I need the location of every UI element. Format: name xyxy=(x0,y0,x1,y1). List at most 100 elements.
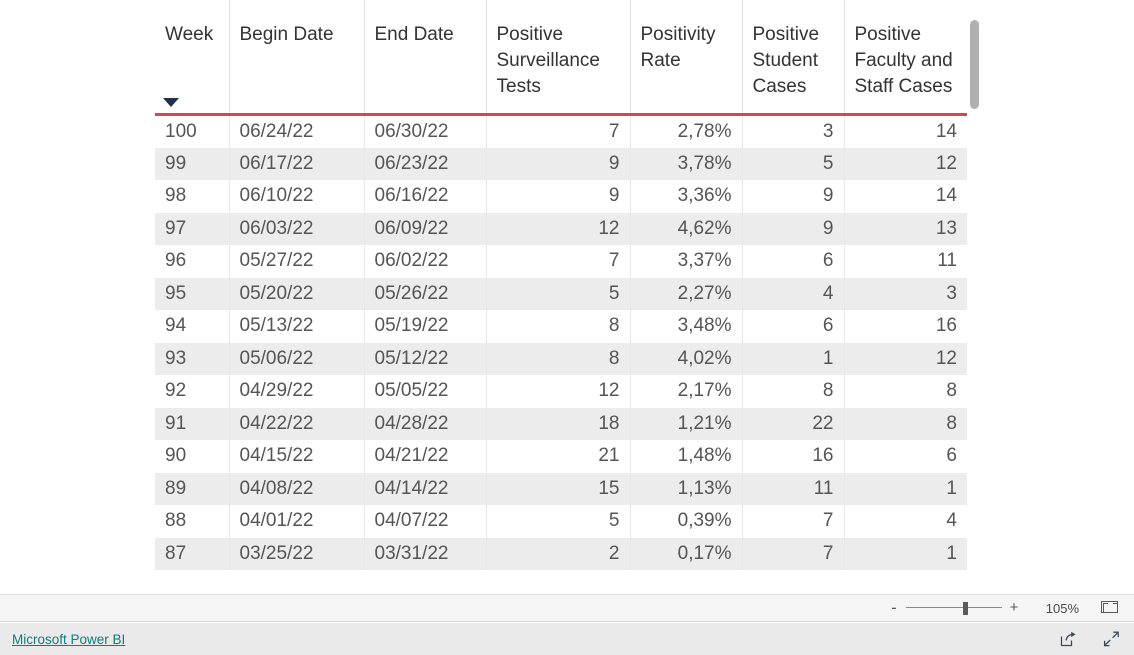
cell-positive-student-cases: 6 xyxy=(742,310,845,343)
cell-positivity-rate: 3,36% xyxy=(630,180,743,213)
cell-positive-faculty-and-staff-cases: 16 xyxy=(844,310,967,343)
table-row[interactable]: 100 06/24/22 06/30/22 7 2,78% 3 14 xyxy=(155,114,967,148)
cell-end-date: 04/14/22 xyxy=(364,472,487,505)
cell-positive-student-cases: 1 xyxy=(742,342,845,375)
zoom-level-label: 105% xyxy=(1045,600,1079,616)
column-header-end-date[interactable]: End Date xyxy=(364,0,487,116)
table-vertical-scrollbar[interactable] xyxy=(968,6,982,586)
table-row[interactable]: 93 05/06/22 05/12/22 8 4,02% 1 12 xyxy=(155,342,967,375)
column-header-end-date-label: End Date xyxy=(374,24,454,45)
cell-begin-date: 06/17/22 xyxy=(229,147,365,180)
cell-positive-faculty-and-staff-cases: 8 xyxy=(844,407,967,440)
fullscreen-icon[interactable] xyxy=(1103,631,1120,647)
cell-positivity-rate: 3,37% xyxy=(630,245,743,278)
table-visual[interactable]: Week Begin Date End Date Positive Survei… xyxy=(155,0,967,592)
cell-positivity-rate: 0,39% xyxy=(630,505,743,538)
cell-positive-surveillance-tests: 18 xyxy=(486,407,631,440)
cell-end-date: 05/26/22 xyxy=(364,277,487,310)
table-row[interactable]: 92 04/29/22 05/05/22 12 2,17% 8 8 xyxy=(155,375,967,408)
cell-positive-surveillance-tests: 15 xyxy=(486,472,631,505)
fit-to-page-icon[interactable] xyxy=(1101,601,1120,615)
cell-positivity-rate: 1,21% xyxy=(630,407,743,440)
cell-positive-student-cases: 4 xyxy=(742,277,845,310)
zoom-slider-track[interactable] xyxy=(906,607,1002,608)
table-row[interactable]: 87 03/25/22 03/31/22 2 0,17% 7 1 xyxy=(155,537,967,570)
cell-week: 92 xyxy=(155,375,230,408)
column-header-week[interactable]: Week xyxy=(155,0,230,116)
cell-positive-student-cases: 7 xyxy=(742,505,845,538)
cell-positive-surveillance-tests: 9 xyxy=(486,180,631,213)
cell-positive-student-cases: 11 xyxy=(742,472,845,505)
table-body: 100 06/24/22 06/30/22 7 2,78% 3 14 99 06/17/22 06… xyxy=(155,114,967,570)
cell-positive-student-cases: 16 xyxy=(742,440,845,473)
share-icon[interactable] xyxy=(1060,631,1077,647)
zoom-slider[interactable] xyxy=(906,601,1002,615)
cell-end-date: 06/09/22 xyxy=(364,212,487,245)
cell-end-date: 04/07/22 xyxy=(364,505,487,538)
table-row[interactable]: 91 04/22/22 04/28/22 18 1,21% 22 8 xyxy=(155,407,967,440)
column-header-positive-surveillance-tests[interactable]: Positive Surveillance Tests xyxy=(486,0,631,116)
cell-positive-student-cases: 9 xyxy=(742,180,845,213)
table-row[interactable]: 95 05/20/22 05/26/22 5 2,27% 4 3 xyxy=(155,277,967,310)
cell-begin-date: 05/06/22 xyxy=(229,342,365,375)
table-row[interactable]: 97 06/03/22 06/09/22 12 4,62% 9 13 xyxy=(155,212,967,245)
cell-positive-faculty-and-staff-cases: 6 xyxy=(844,440,967,473)
cell-week: 87 xyxy=(155,537,230,570)
cell-positive-student-cases: 3 xyxy=(742,114,845,148)
cell-positivity-rate: 3,78% xyxy=(630,147,743,180)
column-header-positive-faculty-and-staff-cases[interactable]: Positive Faculty and Staff Cases xyxy=(844,0,967,116)
cell-begin-date: 06/10/22 xyxy=(229,180,365,213)
column-header-begin-date[interactable]: Begin Date xyxy=(229,0,365,116)
cell-begin-date: 04/29/22 xyxy=(229,375,365,408)
cell-positive-surveillance-tests: 12 xyxy=(486,212,631,245)
table-row[interactable]: 89 04/08/22 04/14/22 15 1,13% 11 1 xyxy=(155,472,967,505)
cell-positivity-rate: 0,17% xyxy=(630,537,743,570)
table-row[interactable]: 88 04/01/22 04/07/22 5 0,39% 7 4 xyxy=(155,505,967,538)
cell-positivity-rate: 4,02% xyxy=(630,342,743,375)
cell-positive-faculty-and-staff-cases: 13 xyxy=(844,212,967,245)
cell-positive-faculty-and-staff-cases: 12 xyxy=(844,147,967,180)
cell-week: 94 xyxy=(155,310,230,343)
column-header-positive-student-cases-label: Positive Student Cases xyxy=(752,24,820,97)
report-canvas: Week Begin Date End Date Positive Survei… xyxy=(0,0,1134,594)
cell-positivity-rate: 1,48% xyxy=(630,440,743,473)
cell-begin-date: 04/22/22 xyxy=(229,407,365,440)
cell-end-date: 05/12/22 xyxy=(364,342,487,375)
cell-positivity-rate: 2,17% xyxy=(630,375,743,408)
cell-positive-surveillance-tests: 8 xyxy=(486,310,631,343)
table-row[interactable]: 90 04/15/22 04/21/22 21 1,48% 16 6 xyxy=(155,440,967,473)
cell-end-date: 04/28/22 xyxy=(364,407,487,440)
cell-positive-surveillance-tests: 21 xyxy=(486,440,631,473)
column-header-positive-student-cases[interactable]: Positive Student Cases xyxy=(742,0,845,116)
cell-positive-surveillance-tests: 5 xyxy=(486,505,631,538)
cell-positive-student-cases: 9 xyxy=(742,212,845,245)
cell-end-date: 05/19/22 xyxy=(364,310,487,343)
zoom-out-button[interactable]: - xyxy=(885,599,903,616)
zoom-slider-handle[interactable] xyxy=(963,602,968,615)
column-header-positive-faculty-and-staff-cases-label: Positive Faculty and Staff Cases xyxy=(854,24,953,97)
cell-begin-date: 05/27/22 xyxy=(229,245,365,278)
cell-positive-faculty-and-staff-cases: 8 xyxy=(844,375,967,408)
cell-positive-surveillance-tests: 8 xyxy=(486,342,631,375)
table-row[interactable]: 99 06/17/22 06/23/22 9 3,78% 5 12 xyxy=(155,147,967,180)
cell-positivity-rate: 1,13% xyxy=(630,472,743,505)
sort-descending-icon[interactable] xyxy=(163,97,179,107)
cell-end-date: 06/02/22 xyxy=(364,245,487,278)
cell-positive-student-cases: 7 xyxy=(742,537,845,570)
column-header-positivity-rate[interactable]: Positivity Rate xyxy=(630,0,743,116)
table-row[interactable]: 98 06/10/22 06/16/22 9 3,36% 9 14 xyxy=(155,180,967,213)
cell-positive-surveillance-tests: 12 xyxy=(486,375,631,408)
table-row[interactable]: 96 05/27/22 06/02/22 7 3,37% 6 11 xyxy=(155,245,967,278)
cell-week: 90 xyxy=(155,440,230,473)
scrollbar-thumb[interactable] xyxy=(970,20,979,109)
cell-week: 100 xyxy=(155,114,230,148)
cell-begin-date: 05/13/22 xyxy=(229,310,365,343)
table-header-row: Week Begin Date End Date Positive Survei… xyxy=(155,0,967,116)
microsoft-power-bi-link[interactable]: Microsoft Power BI xyxy=(12,632,125,647)
table-row[interactable]: 94 05/13/22 05/19/22 8 3,48% 6 16 xyxy=(155,310,967,343)
cell-week: 97 xyxy=(155,212,230,245)
cell-positive-student-cases: 8 xyxy=(742,375,845,408)
zoom-in-button[interactable]: + xyxy=(1005,600,1023,615)
cell-week: 88 xyxy=(155,505,230,538)
cell-positive-faculty-and-staff-cases: 14 xyxy=(844,180,967,213)
